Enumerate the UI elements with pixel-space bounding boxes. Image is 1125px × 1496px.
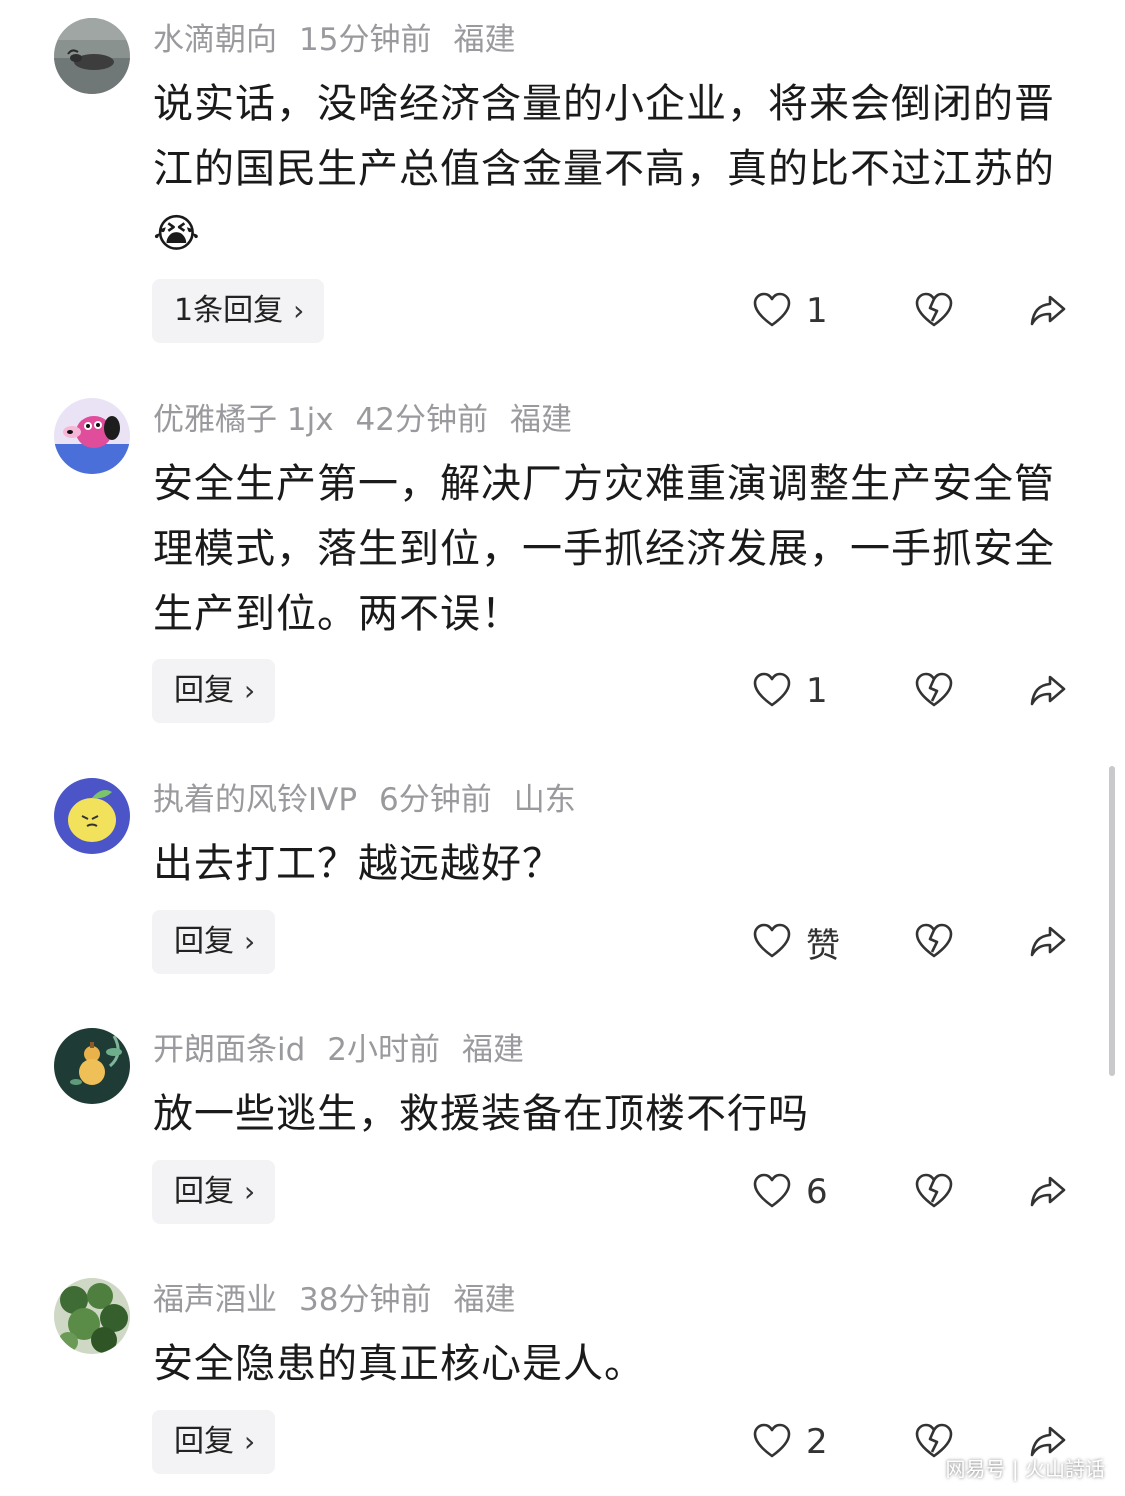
- avatar[interactable]: [54, 1278, 130, 1354]
- location: 福建: [510, 402, 572, 438]
- heart-outline-icon: [753, 292, 791, 327]
- username[interactable]: 执着的风铃IVP: [153, 782, 357, 818]
- comment-meta: 执着的风铃IVP 6分钟前 山东: [153, 780, 598, 820]
- username[interactable]: 开朗面条id: [153, 1032, 305, 1068]
- reply-button[interactable]: 1条回复 ›: [152, 279, 325, 343]
- broken-heart-icon: [915, 1173, 953, 1208]
- comment-meta: 水滴朝向 15分钟前 福建: [153, 20, 537, 60]
- timestamp: 42分钟前: [355, 402, 488, 438]
- broken-heart-icon: [915, 672, 953, 707]
- chevron-right-icon: ›: [244, 674, 256, 707]
- like-count: 2: [806, 1422, 828, 1462]
- location: 福建: [462, 1032, 525, 1068]
- comment-text: 说实话，没啥经济含量的小企业，将来会倒闭的晋江的国民生产总值含金量不高，真的比不…: [153, 81, 1055, 257]
- reply-button[interactable]: 回复 ›: [152, 1410, 276, 1474]
- dislike-button[interactable]: [914, 279, 954, 343]
- reply-label: 1条回复: [174, 293, 284, 328]
- water-buffalo-avatar-icon: [54, 18, 130, 94]
- broken-heart-icon: [915, 923, 953, 958]
- comment-text: 出去打工？越远越好？: [153, 841, 563, 887]
- share-button[interactable]: [1028, 279, 1068, 343]
- location: 山东: [513, 782, 576, 818]
- reply-button[interactable]: 回复 ›: [152, 659, 276, 723]
- like-button[interactable]: 1: [752, 279, 828, 343]
- timestamp: 15分钟前: [299, 22, 432, 58]
- username[interactable]: 水滴朝向: [153, 22, 277, 58]
- like-button[interactable]: 赞: [752, 910, 840, 974]
- like-button[interactable]: 1: [752, 659, 828, 723]
- comment-item: 水滴朝向 15分钟前 福建 说实话，没啥经济含量的小企业，将来会倒闭的晋江的国民生产…: [0, 0, 1125, 380]
- dislike-button[interactable]: [914, 659, 954, 723]
- reply-button[interactable]: 回复 ›: [152, 910, 276, 974]
- share-button[interactable]: [1028, 659, 1068, 723]
- chevron-right-icon: ›: [244, 925, 256, 958]
- reply-button[interactable]: 回复 ›: [152, 1160, 276, 1224]
- like-count: 6: [806, 1172, 828, 1212]
- comment-meta: 开朗面条id 2小时前 福建: [153, 1030, 546, 1070]
- like-count: 1: [806, 291, 828, 331]
- timestamp: 2小时前: [327, 1032, 441, 1068]
- dislike-button[interactable]: [914, 910, 954, 974]
- comment-text: 安全隐患的真正核心是人。: [153, 1341, 645, 1387]
- share-arrow-icon: [1030, 675, 1066, 706]
- chevron-right-icon: ›: [293, 294, 305, 327]
- comment-item: 开朗面条id 2小时前 福建 放一些逃生，救援装备在顶楼不行吗 回复 › 6: [0, 1010, 1125, 1260]
- heart-outline-icon: [753, 1173, 791, 1208]
- heart-outline-icon: [753, 923, 791, 958]
- reply-label: 回复: [174, 924, 234, 959]
- chevron-right-icon: ›: [244, 1175, 256, 1208]
- reply-label: 回复: [174, 1424, 234, 1459]
- avatar[interactable]: [54, 398, 130, 474]
- username[interactable]: 福声酒业: [153, 1282, 277, 1318]
- comment-meta: 福声酒业 38分钟前 福建: [153, 1280, 537, 1320]
- like-count: 赞: [806, 925, 840, 966]
- username[interactable]: 优雅橘子 1jx: [153, 402, 334, 438]
- timestamp: 6分钟前: [379, 782, 492, 818]
- timestamp: 38分钟前: [299, 1282, 432, 1318]
- broken-heart-icon: [915, 292, 953, 327]
- avatar[interactable]: [54, 778, 130, 854]
- reply-label: 回复: [174, 1174, 234, 1209]
- comment-meta: 优雅橘子 1jx 42分钟前 福建: [153, 400, 594, 440]
- comment-item: 执着的风铃IVP 6分钟前 山东 出去打工？越远越好？ 回复 › 赞: [0, 760, 1125, 1010]
- share-button[interactable]: [1028, 910, 1068, 974]
- scrollbar[interactable]: [1109, 766, 1115, 1076]
- green-leaves-avatar-icon: [54, 1278, 130, 1354]
- dislike-button[interactable]: [914, 1160, 954, 1224]
- lemon-avatar-icon: [54, 778, 130, 854]
- gourd-avatar-icon: [54, 1028, 130, 1104]
- like-button[interactable]: 2: [752, 1410, 828, 1474]
- comment-text: 安全生产第一，解决厂方灾难重演调整生产安全管理模式，落生到位，一手抓经济发展，一…: [153, 461, 1055, 637]
- share-arrow-icon: [1030, 1176, 1066, 1207]
- heart-outline-icon: [753, 672, 791, 707]
- share-arrow-icon: [1030, 295, 1066, 326]
- comment-text: 放一些逃生，救援装备在顶楼不行吗: [153, 1091, 809, 1137]
- location: 福建: [453, 22, 516, 58]
- share-button[interactable]: [1028, 1160, 1068, 1224]
- avatar[interactable]: [54, 1028, 130, 1104]
- watermark: 网易号 | 火山詩话: [945, 1457, 1105, 1481]
- chevron-right-icon: ›: [244, 1425, 256, 1458]
- cartoon-dog-avatar-icon: [54, 398, 130, 474]
- like-count: 1: [806, 671, 828, 711]
- reply-label: 回复: [174, 673, 234, 708]
- like-button[interactable]: 6: [752, 1160, 828, 1224]
- location: 福建: [453, 1282, 516, 1318]
- comment-item: 优雅橘子 1jx 42分钟前 福建 安全生产第一，解决厂方灾难重演调整生产安全管理模…: [0, 380, 1125, 760]
- heart-outline-icon: [753, 1423, 791, 1458]
- avatar[interactable]: [54, 18, 130, 94]
- share-arrow-icon: [1030, 926, 1066, 957]
